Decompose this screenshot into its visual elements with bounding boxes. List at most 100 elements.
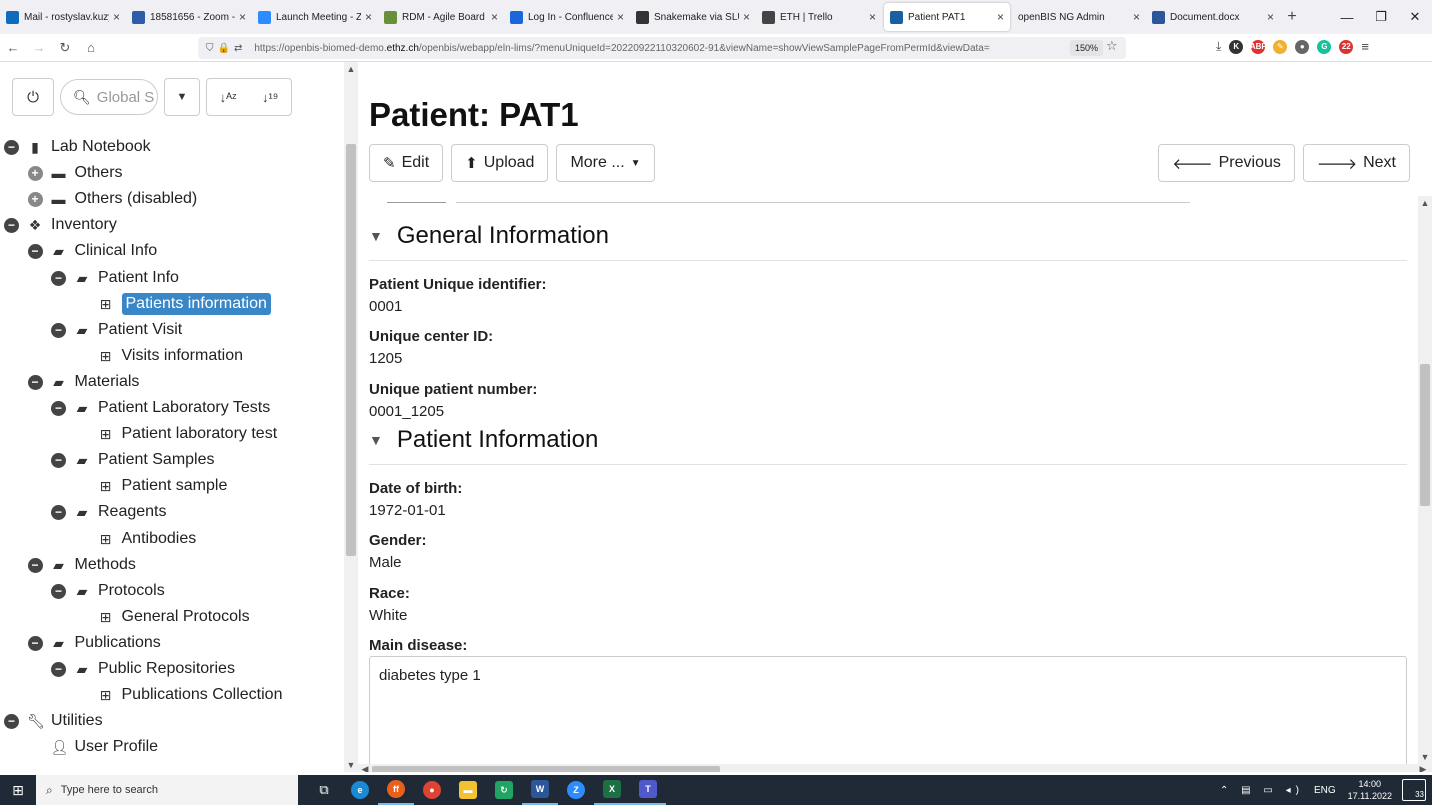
collapse-icon[interactable]: − [27, 635, 43, 651]
close-tab-icon[interactable]: × [1133, 10, 1140, 24]
extension-bulb-icon[interactable]: ● [1295, 39, 1310, 54]
tree-node[interactable]: − ▰ Methods [27, 552, 136, 578]
language-indicator[interactable]: ENG [1314, 785, 1336, 796]
address-bar[interactable]: ⛉🔒⇄ https://openbis-biomed-demo. ethz.ch /… [198, 37, 1126, 59]
global-search-input[interactable]: 🔍︎ Global S [60, 79, 158, 115]
close-window-icon[interactable]: ✕ [1398, 9, 1432, 25]
content-horizontal-scrollbar[interactable]: ◀ ▶ [358, 764, 1432, 772]
collapse-icon[interactable]: − [27, 243, 43, 259]
search-dropdown-button[interactable]: ▼ [164, 78, 200, 116]
close-tab-icon[interactable]: × [617, 10, 624, 24]
extension-k-icon[interactable]: K [1229, 39, 1244, 54]
menu-icon[interactable]: ≡ [1361, 39, 1369, 54]
tray-icons[interactable]: ⌃ ▤ ▭ ◂) [1220, 785, 1304, 796]
browser-tab[interactable]: Log In - Confluence × [504, 0, 630, 34]
content-scroll-thumb[interactable] [1420, 364, 1430, 506]
main-disease-textarea[interactable]: diabetes type 1 [369, 656, 1407, 764]
taskbar-sync-app[interactable]: ↻ [486, 775, 522, 805]
collapse-icon[interactable]: − [27, 374, 43, 390]
tree-node[interactable]: − ▰ Patient Visit [51, 317, 182, 343]
tree-node[interactable]: − ▰ Materials [27, 369, 139, 395]
content-hscroll-thumb[interactable] [372, 766, 720, 772]
restore-icon[interactable]: ❐ [1364, 9, 1398, 25]
taskbar-teams[interactable]: T [630, 775, 666, 805]
close-tab-icon[interactable]: × [869, 10, 876, 24]
browser-tab[interactable]: Launch Meeting - Zo × [252, 0, 378, 34]
tree-node[interactable]: − ❖ Inventory [4, 212, 117, 238]
collapse-icon[interactable]: − [4, 139, 19, 155]
more-dropdown-button[interactable]: More ... ▼ [556, 144, 655, 182]
taskbar-word[interactable]: W [522, 775, 558, 805]
tree-node[interactable]: ⊞ Visits information [75, 343, 243, 369]
tree-node[interactable]: − ▮ Lab Notebook [4, 134, 151, 160]
tree-node[interactable]: − ▰ Publications [27, 630, 161, 656]
start-button[interactable]: ⊞ [0, 775, 36, 805]
sidebar-scroll-thumb[interactable] [346, 144, 356, 556]
grammarly-icon[interactable]: G [1317, 39, 1332, 54]
taskbar-zoom[interactable]: Z [558, 775, 594, 805]
section-general-information[interactable]: ▼ General Information [369, 222, 609, 250]
close-tab-icon[interactable]: × [113, 10, 120, 24]
adblock-icon[interactable]: ABP [1250, 39, 1267, 54]
sidebar-scrollbar[interactable]: ▲ ▼ [344, 62, 358, 772]
browser-tab[interactable]: openBIS NG Admin × [1012, 0, 1146, 34]
tree-node[interactable]: ⊞ General Protocols [75, 604, 250, 630]
browser-tab[interactable]: Patient PAT1 × [884, 3, 1010, 31]
taskbar-firefox[interactable]: ff [378, 775, 414, 805]
tree-node[interactable]: − ▰ Reagents [51, 499, 167, 525]
browser-tab[interactable]: RDM - Agile Board - I × [378, 0, 504, 34]
scroll-down-icon[interactable]: ▼ [344, 760, 358, 770]
task-view-button[interactable]: ⧉ [306, 775, 342, 805]
upload-button[interactable]: ⬆ Upload [451, 144, 549, 182]
tree-node[interactable]: ⊞ Patient laboratory test [75, 421, 278, 447]
collapse-icon[interactable]: − [51, 504, 66, 520]
scroll-left-icon[interactable]: ◀ [358, 764, 372, 772]
taskbar-edge[interactable]: e [342, 775, 378, 805]
scroll-right-icon[interactable]: ▶ [1416, 764, 1430, 772]
minimize-icon[interactable]: — [1330, 10, 1364, 25]
extension-brush-icon[interactable]: ✎ [1273, 39, 1288, 54]
scroll-up-icon[interactable]: ▲ [1418, 198, 1432, 208]
tree-node[interactable]: ⊞ Antibodies [75, 526, 197, 552]
close-tab-icon[interactable]: × [365, 10, 372, 24]
tree-node[interactable]: − ▰ Patient Samples [51, 447, 215, 473]
content-scrollbar[interactable]: ▲ ▼ [1418, 196, 1432, 764]
tree-node[interactable]: − ▰ Protocols [51, 578, 165, 604]
collapse-icon[interactable]: − [51, 583, 66, 599]
tree-node[interactable]: − ▰ Patient Laboratory Tests [51, 395, 270, 421]
tree-node[interactable]: ⊞ Patients information [75, 291, 271, 317]
collapse-icon[interactable]: − [51, 322, 66, 338]
collapse-icon[interactable]: − [51, 270, 66, 286]
next-button[interactable]: 🡒 Next [1302, 144, 1410, 182]
collapse-icon[interactable]: − [4, 217, 19, 233]
expand-icon[interactable]: + [27, 191, 43, 207]
collapse-icon[interactable]: − [51, 452, 66, 468]
browser-tab[interactable]: 18581656 - Zoom - Ti × [126, 0, 252, 34]
tree-node[interactable]: − 🔧︎ Utilities [4, 708, 103, 734]
tree-node[interactable]: − ▰ Public Repositories [51, 656, 235, 682]
tree-node[interactable]: ⊞ Patient sample [75, 473, 228, 499]
scroll-down-icon[interactable]: ▼ [1418, 752, 1432, 762]
taskbar-clock[interactable]: 14:00 17.11.2022 [1348, 778, 1392, 802]
collapse-icon[interactable]: − [51, 400, 66, 416]
collapse-icon[interactable]: − [4, 713, 19, 729]
close-tab-icon[interactable]: × [997, 10, 1004, 24]
tree-node[interactable]: ⊞ Publications Collection [75, 682, 283, 708]
section-patient-information[interactable]: ▼ Patient Information [369, 426, 598, 454]
zoom-level-badge[interactable]: 150% [1070, 40, 1104, 56]
forward-icon[interactable]: → [26, 40, 52, 55]
taskbar-file-explorer[interactable]: ▬ [450, 775, 486, 805]
sort-numeric-icon[interactable]: ↓¹⁹ [262, 90, 278, 105]
tree-node[interactable]: 👤︎ User Profile [28, 734, 159, 760]
close-tab-icon[interactable]: × [743, 10, 750, 24]
taskbar-excel[interactable]: X [594, 775, 630, 805]
browser-tab[interactable]: Mail - rostyslav.kuzy × [0, 0, 126, 34]
collapse-icon[interactable]: − [27, 557, 43, 573]
close-tab-icon[interactable]: × [239, 10, 246, 24]
notification-center-button[interactable]: 33 [1402, 779, 1426, 801]
browser-tab[interactable]: Document.docx × [1146, 0, 1280, 34]
new-tab-icon[interactable]: + [1280, 8, 1304, 26]
browser-tab[interactable]: ETH | Trello × [756, 0, 882, 34]
bookmark-star-icon[interactable]: ☆ [1106, 38, 1118, 54]
download-icon[interactable]: ⤓ [1216, 39, 1221, 54]
